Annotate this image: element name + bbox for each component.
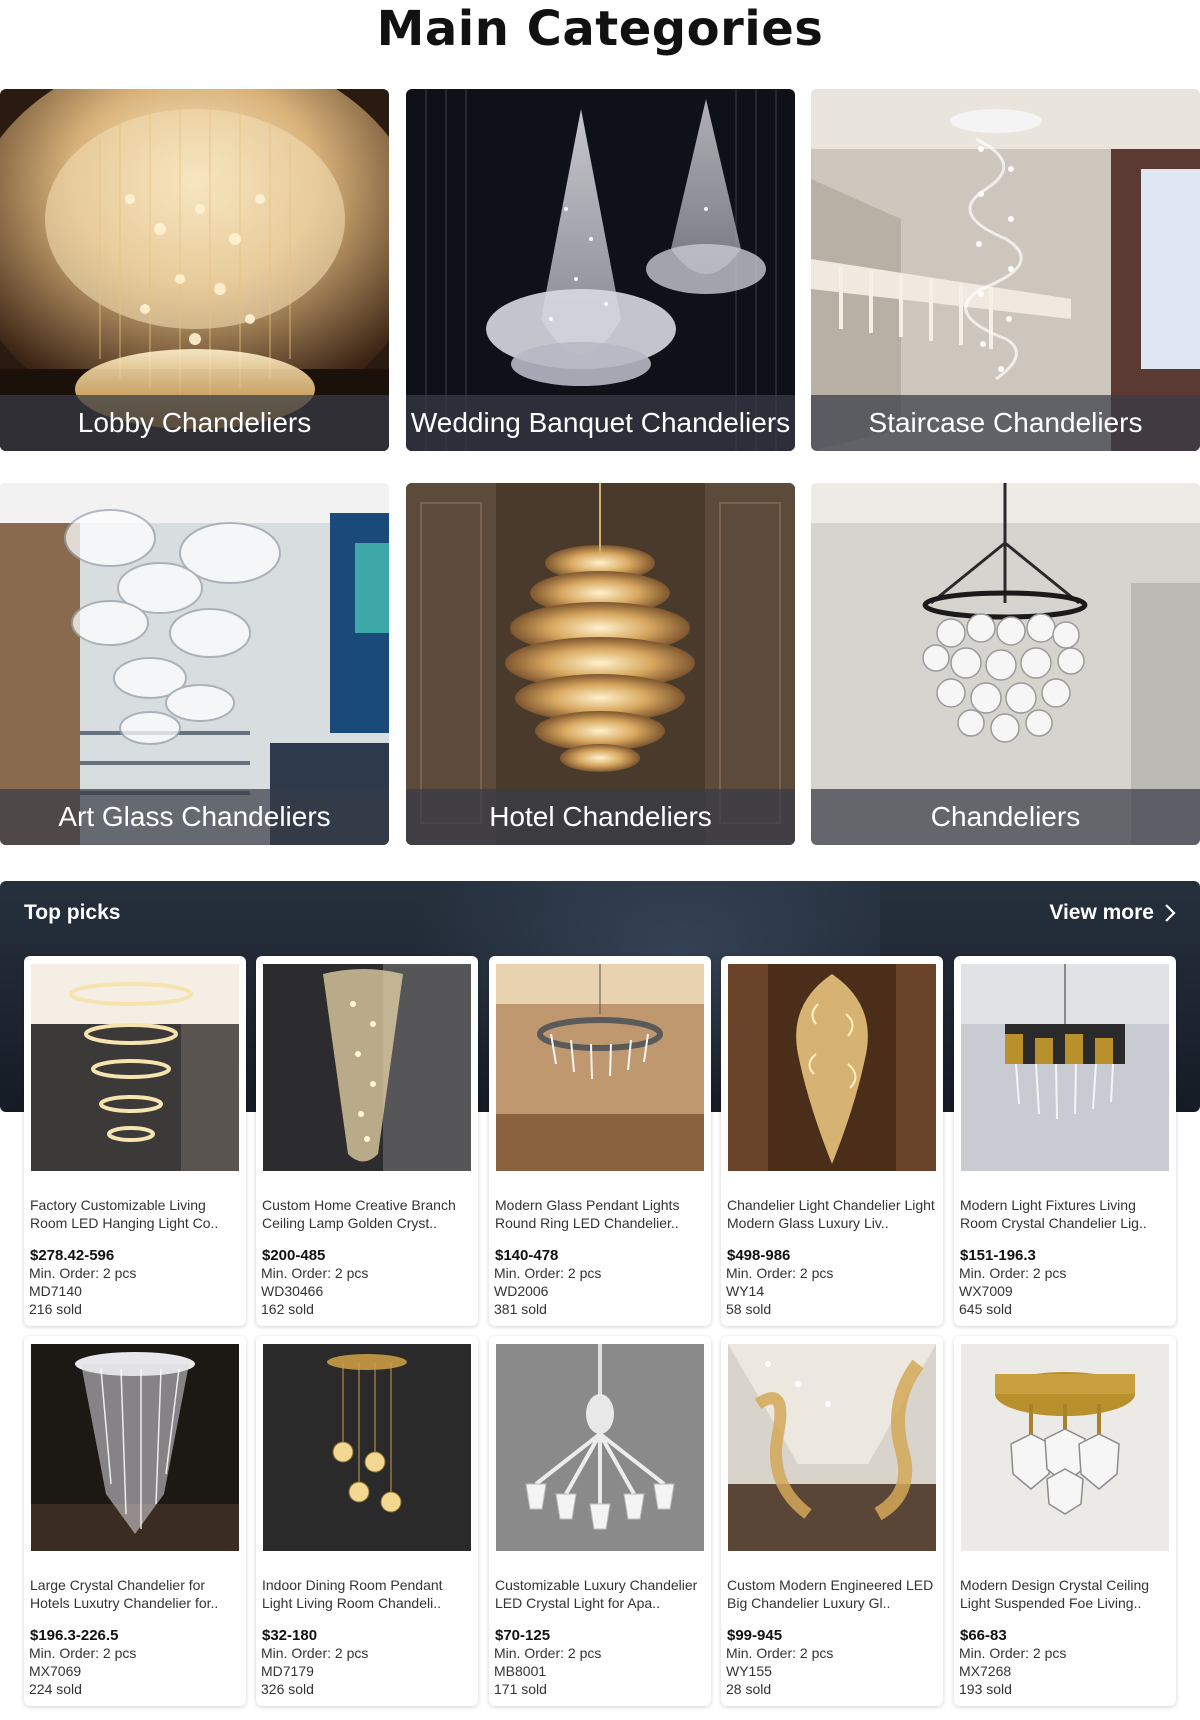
product-sold-count: 193 sold: [959, 1681, 1012, 1697]
product-card[interactable]: Custom Modern Engineered LED Big Chandel…: [721, 1336, 943, 1706]
category-label: Chandeliers: [811, 789, 1200, 845]
product-price: $278.42-596: [30, 1247, 115, 1264]
product-sold-count: 216 sold: [29, 1301, 82, 1317]
product-card[interactable]: Custom Home Creative Branch Ceiling Lamp…: [256, 956, 478, 1326]
product-name: Indoor Dining Room Pendant Light Living …: [262, 1577, 443, 1611]
product-min-order: Min. Order: 2 pcs: [726, 1265, 834, 1281]
product-sold-count: 381 sold: [494, 1301, 547, 1317]
category-label: Hotel Chandeliers: [406, 789, 795, 845]
product-name: Modern Light Fixtures Living Room Crysta…: [960, 1197, 1147, 1231]
category-label: Art Glass Chandeliers: [0, 789, 389, 845]
product-card[interactable]: Modern Glass Pendant Lights Round Ring L…: [489, 956, 711, 1326]
product-price: $140-478: [495, 1247, 559, 1264]
product-price: $196.3-226.5: [30, 1627, 119, 1644]
product-price: $151-196.3: [960, 1247, 1036, 1264]
product-card[interactable]: Large Crystal Chandelier for Hotels Luxu…: [24, 1336, 246, 1706]
product-name: Factory Customizable Living Room LED Han…: [30, 1197, 219, 1231]
category-label: Staircase Chandeliers: [811, 395, 1200, 451]
product-image: [496, 964, 704, 1171]
product-price: $32-180: [262, 1627, 318, 1644]
category-label: Wedding Banquet Chandeliers: [406, 395, 795, 451]
product-price: $200-485: [262, 1247, 326, 1264]
product-price: $498-986: [727, 1247, 791, 1264]
chevron-right-icon: [1165, 904, 1176, 922]
view-more-link[interactable]: View more: [1049, 901, 1176, 925]
product-image: [31, 1344, 239, 1551]
product-sold-count: 224 sold: [29, 1681, 82, 1697]
product-min-order: Min. Order: 2 pcs: [29, 1265, 137, 1281]
product-min-order: Min. Order: 2 pcs: [959, 1645, 1067, 1661]
product-min-order: Min. Order: 2 pcs: [959, 1265, 1067, 1281]
category-card-chandeliers[interactable]: Chandeliers: [811, 483, 1200, 845]
product-code: WD30466: [261, 1283, 324, 1299]
product-price: $70-125: [495, 1627, 551, 1644]
product-min-order: Min. Order: 2 pcs: [261, 1265, 369, 1281]
product-code: MB8001: [494, 1663, 547, 1679]
product-card[interactable]: Chandelier Light Chandelier Light Modern…: [721, 956, 943, 1326]
product-min-order: Min. Order: 2 pcs: [726, 1645, 834, 1661]
category-card-wedding-banquet[interactable]: Wedding Banquet Chandeliers: [406, 89, 795, 451]
product-name: Modern Glass Pendant Lights Round Ring L…: [495, 1197, 680, 1231]
product-code: WX7009: [959, 1283, 1013, 1299]
product-image: [961, 1344, 1169, 1551]
product-grid: Factory Customizable Living Room LED Han…: [24, 956, 1184, 1716]
category-card-hotel[interactable]: Hotel Chandeliers: [406, 483, 795, 845]
product-name: Large Crystal Chandelier for Hotels Luxu…: [30, 1577, 219, 1611]
product-name: Customizable Luxury Chandelier LED Cryst…: [495, 1577, 698, 1611]
product-card[interactable]: Modern Light Fixtures Living Room Crysta…: [954, 956, 1176, 1326]
category-card-lobby[interactable]: Lobby Chandeliers: [0, 89, 389, 451]
product-card[interactable]: Modern Design Crystal Ceiling Light Susp…: [954, 1336, 1176, 1706]
product-sold-count: 28 sold: [726, 1681, 772, 1697]
product-sold-count: 162 sold: [261, 1301, 314, 1317]
product-name: Custom Home Creative Branch Ceiling Lamp…: [262, 1197, 456, 1231]
top-picks-title: Top picks: [24, 901, 121, 924]
category-card-art-glass[interactable]: Art Glass Chandeliers: [0, 483, 389, 845]
product-min-order: Min. Order: 2 pcs: [261, 1645, 369, 1661]
product-code: MX7268: [959, 1663, 1012, 1679]
product-sold-count: 171 sold: [494, 1681, 547, 1697]
product-card[interactable]: Indoor Dining Room Pendant Light Living …: [256, 1336, 478, 1706]
product-sold-count: 645 sold: [959, 1301, 1012, 1317]
product-image: [496, 1344, 704, 1551]
product-code: MD7140: [29, 1283, 82, 1299]
product-name: Chandelier Light Chandelier Light Modern…: [727, 1197, 935, 1231]
product-name: Custom Modern Engineered LED Big Chandel…: [727, 1577, 934, 1611]
product-sold-count: 326 sold: [261, 1681, 314, 1697]
category-label: Lobby Chandeliers: [0, 395, 389, 451]
page-title: Main Categories: [376, 1, 824, 57]
product-code: MX7069: [29, 1663, 82, 1679]
product-card[interactable]: Customizable Luxury Chandelier LED Cryst…: [489, 1336, 711, 1706]
product-code: MD7179: [261, 1663, 314, 1679]
product-image: [263, 964, 471, 1171]
product-image: [728, 964, 936, 1171]
product-min-order: Min. Order: 2 pcs: [494, 1645, 602, 1661]
category-grid: Lobby Chandeliers Wedding Banquet Chande…: [0, 89, 1200, 845]
product-image: [961, 964, 1169, 1171]
product-image: [263, 1344, 471, 1551]
product-card[interactable]: Factory Customizable Living Room LED Han…: [24, 956, 246, 1326]
product-min-order: Min. Order: 2 pcs: [29, 1645, 137, 1661]
product-name: Modern Design Crystal Ceiling Light Susp…: [960, 1577, 1150, 1611]
product-sold-count: 58 sold: [726, 1301, 772, 1317]
product-code: WD2006: [494, 1283, 549, 1299]
product-image: [31, 964, 239, 1171]
product-min-order: Min. Order: 2 pcs: [494, 1265, 602, 1281]
product-code: WY14: [726, 1283, 765, 1299]
category-card-staircase[interactable]: Staircase Chandeliers: [811, 89, 1200, 451]
view-more-label: View more: [1049, 901, 1154, 924]
product-code: WY155: [726, 1663, 772, 1679]
product-price: $99-945: [727, 1627, 783, 1644]
product-image: [728, 1344, 936, 1551]
product-price: $66-83: [960, 1627, 1007, 1644]
